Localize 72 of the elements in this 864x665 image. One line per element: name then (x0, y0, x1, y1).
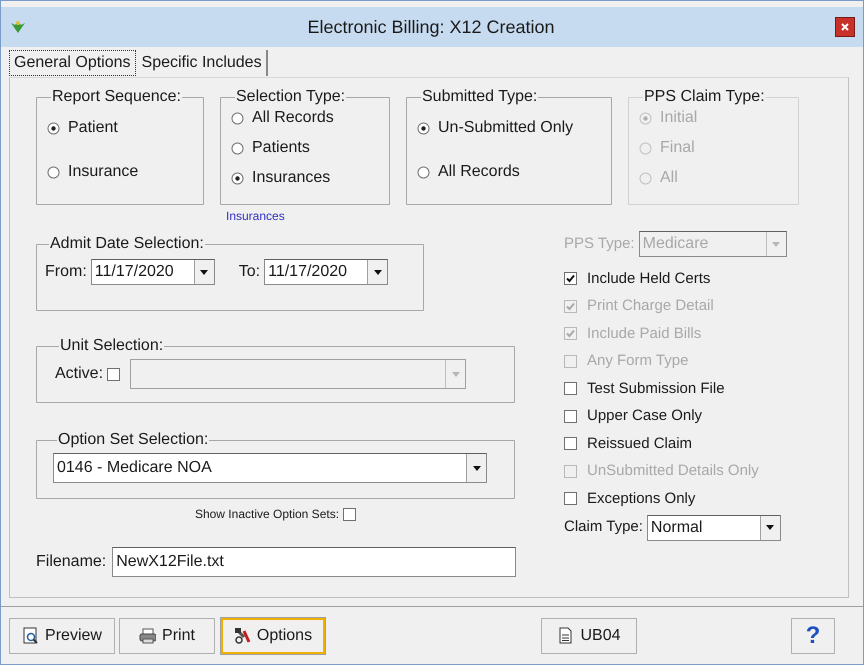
radio-button[interactable] (231, 112, 244, 124)
toolbar-button[interactable]: Preview (9, 618, 115, 654)
field-label: Show Inactive Option Sets: (194, 506, 340, 523)
checkbox-label: UnSubmitted Details Only (587, 461, 759, 481)
option-set-dropdown[interactable]: 0146 - Medicare NOA (53, 453, 487, 483)
checkbox-label: Any Form Type (587, 351, 688, 371)
group-label: Submitted Type: (421, 88, 538, 106)
group-label: Option Set Selection: (57, 431, 210, 449)
checkbox[interactable] (564, 437, 577, 450)
date-dropdown[interactable]: 11/17/2020 (264, 259, 388, 285)
printer-icon (139, 627, 156, 644)
toolbar-button[interactable]: Print (119, 618, 215, 654)
radio-button[interactable] (417, 166, 430, 178)
checkbox-label: Upper Case Only (587, 406, 702, 426)
checkbox-label: Exceptions Only (587, 488, 696, 508)
checkbox-label: Test Submission File (587, 378, 725, 398)
checkbox[interactable] (564, 272, 577, 286)
claim-type-dropdown[interactable]: Normal (646, 514, 781, 540)
radio-label: Un-Submitted Only (438, 118, 574, 138)
help-button[interactable]: ? (791, 618, 835, 654)
checkbox[interactable] (564, 410, 577, 423)
group-label: Unit Selection: (59, 337, 164, 355)
dropdown-arrow-icon[interactable] (765, 524, 776, 531)
document-icon (557, 627, 574, 644)
toolbar-button[interactable]: UB04 (541, 618, 637, 654)
field-label: PPS Type: (564, 234, 635, 254)
date-dropdown[interactable]: 11/17/2020 (90, 259, 215, 285)
toolbar-button[interactable]: Options (221, 618, 325, 654)
radio-button[interactable] (231, 172, 244, 184)
checkbox-label: Print Charge Detail (587, 296, 714, 316)
radio-button[interactable] (417, 122, 430, 134)
checkbox[interactable] (564, 382, 577, 396)
radio-label: Initial (660, 108, 698, 128)
document-magnifier-icon (22, 627, 40, 644)
checkbox-label: Reissued Claim (587, 434, 692, 454)
app-logo-icon (9, 19, 27, 35)
tab[interactable]: General Options (9, 50, 136, 76)
radio-label: Patient (68, 118, 118, 138)
link-text[interactable]: Insurances (226, 207, 285, 225)
field-label: To: (238, 262, 260, 282)
tools-icon (234, 627, 251, 644)
tab[interactable]: Specific Includes (138, 50, 268, 76)
checkbox[interactable] (343, 508, 356, 520)
radio-label: Insurances (252, 168, 330, 188)
checkbox[interactable] (564, 492, 577, 506)
group-label: Selection Type: (235, 88, 346, 106)
dropdown-arrow-icon[interactable] (372, 268, 383, 276)
radio-button[interactable] (47, 166, 60, 178)
dropdown-arrow-icon[interactable] (472, 464, 482, 472)
checkbox[interactable] (107, 368, 120, 380)
radio-button[interactable] (231, 142, 244, 154)
checkbox-label: Include Held Certs (587, 268, 710, 288)
radio-label: Insurance (68, 162, 138, 182)
radio-label: Final (660, 138, 695, 158)
group-label: Admit Date Selection: (49, 235, 205, 253)
radio-label: All Records (438, 162, 520, 182)
field-label: Active: (55, 364, 104, 384)
dropdown-arrow-icon[interactable] (199, 268, 210, 276)
radio-label: Patients (252, 138, 310, 158)
field-label: From: (45, 262, 87, 282)
field-label: Filename: (36, 552, 106, 572)
close-icon (840, 22, 850, 32)
field-label: Claim Type: (564, 517, 643, 538)
close-button[interactable] (835, 17, 855, 37)
radio-label: All (660, 168, 678, 188)
group-label: Report Sequence: (51, 88, 182, 106)
window-title: Electronic Billing: X12 Creation (306, 16, 556, 39)
radio-button[interactable] (47, 122, 60, 134)
checkbox-label: Include Paid Bills (587, 324, 702, 344)
filename-field[interactable]: NewX12File.txt (112, 547, 516, 577)
group-label: PPS Claim Type: (643, 88, 766, 106)
radio-label: All Records (252, 108, 334, 128)
